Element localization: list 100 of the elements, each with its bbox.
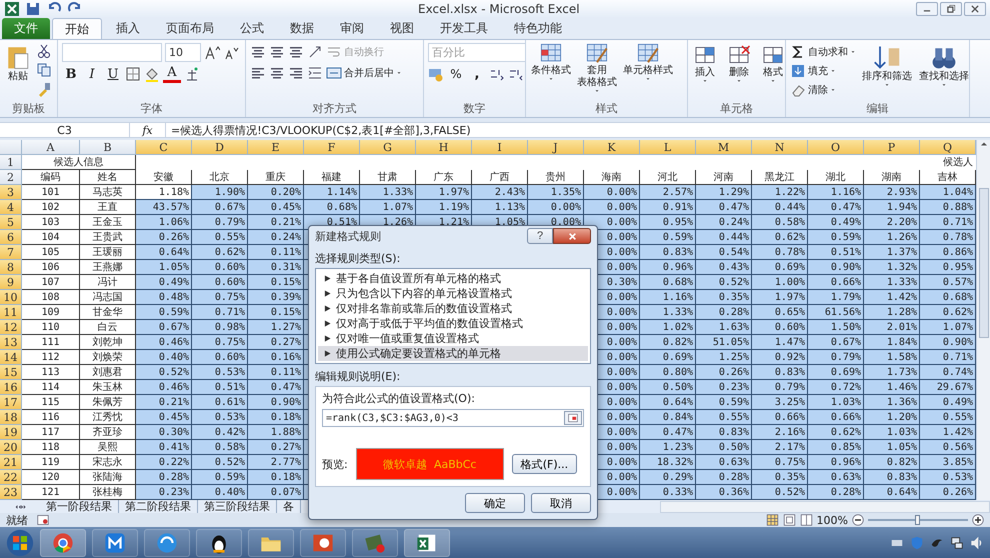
italic-button[interactable]: I <box>83 65 101 83</box>
row-header[interactable]: 6 <box>0 230 22 245</box>
row-header[interactable]: 11 <box>0 305 22 320</box>
edit-button[interactable]: 自动求和 <box>790 43 856 61</box>
ribbon-tab[interactable]: 公式 <box>228 18 276 39</box>
row-header[interactable]: 1 <box>0 155 22 170</box>
bold-button[interactable]: B <box>62 65 80 83</box>
cells-button[interactable]: 删除 <box>726 43 752 101</box>
column-header[interactable]: H <box>416 140 472 155</box>
merge-center-button[interactable]: 合并后居中 <box>326 64 402 82</box>
table-cell: 0.45% <box>248 200 304 215</box>
row-header[interactable]: 19 <box>0 425 22 440</box>
column-header[interactable]: Q <box>920 140 976 155</box>
table-cell: 0.21% <box>136 395 192 410</box>
paste-button[interactable]: 粘贴 <box>4 43 32 101</box>
row-header[interactable]: 8 <box>0 260 22 275</box>
column-header[interactable]: J <box>528 140 584 155</box>
cancel-button[interactable]: 取消 <box>531 493 591 513</box>
font-size-field[interactable]: 10 <box>165 43 201 62</box>
row-header[interactable]: 4 <box>0 200 22 215</box>
row-header[interactable]: 5 <box>0 215 22 230</box>
table-cell: 0.59% <box>696 395 752 410</box>
edit-button[interactable]: 排序和筛选 <box>861 43 913 101</box>
ribbon-tab[interactable]: 开发工具 <box>428 18 500 39</box>
table-cell: 1.84% <box>864 335 920 350</box>
column-header[interactable]: E <box>248 140 304 155</box>
row-header[interactable]: 2 <box>0 170 22 185</box>
column-header[interactable]: K <box>584 140 640 155</box>
cells-button[interactable]: 格式 <box>760 43 785 101</box>
column-header[interactable]: L <box>640 140 696 155</box>
table-cell: 1.47% <box>752 335 808 350</box>
style-button[interactable]: 套用 表格格式 <box>576 43 618 101</box>
table-cell: 0.40% <box>136 350 192 365</box>
ribbon-tab[interactable]: 数据 <box>278 18 326 39</box>
table-cell: 吴熙 <box>80 440 136 455</box>
column-header[interactable]: D <box>192 140 248 155</box>
column-heading: 北京 <box>192 170 248 185</box>
rule-type-item[interactable]: 使用公式确定要设置格式的单元格 <box>318 346 588 361</box>
column-header[interactable]: N <box>752 140 808 155</box>
row-header[interactable]: 18 <box>0 410 22 425</box>
row-header[interactable]: 23 <box>0 485 22 500</box>
column-header[interactable]: B <box>80 140 136 155</box>
table-cell: 刘焕荣 <box>80 350 136 365</box>
column-header[interactable]: F <box>304 140 360 155</box>
row-header[interactable]: 9 <box>0 275 22 290</box>
table-cell: 0.69% <box>808 365 864 380</box>
percent-button[interactable]: % <box>447 65 465 83</box>
row-header[interactable]: 20 <box>0 440 22 455</box>
ribbon-tab[interactable]: 插入 <box>104 18 152 39</box>
ribbon-tab[interactable]: 页面布局 <box>154 18 226 39</box>
underline-button[interactable]: U <box>104 65 122 83</box>
column-header[interactable]: I <box>472 140 528 155</box>
cells-button[interactable]: 插入 <box>692 43 718 101</box>
formula-input[interactable]: =rank(C3,$C3:$AG3,0)<3 <box>322 409 584 427</box>
row-header[interactable]: 15 <box>0 365 22 380</box>
ribbon-tab[interactable]: 开始 <box>52 18 102 39</box>
column-heading: 重庆 <box>248 170 304 185</box>
help-button[interactable]: ? <box>527 228 553 244</box>
style-button[interactable]: 单元格样式 <box>622 43 674 101</box>
column-header[interactable]: O <box>808 140 864 155</box>
status-text: 就绪 <box>6 512 28 528</box>
table-cell: 102 <box>22 200 80 215</box>
font-color-button[interactable]: A <box>163 65 181 83</box>
row-header[interactable]: 3 <box>0 185 22 200</box>
row-header[interactable]: 17 <box>0 395 22 410</box>
edit-button[interactable]: 填充 <box>790 62 856 80</box>
style-button[interactable]: 条件格式 <box>530 43 572 101</box>
format-button[interactable]: 格式(F)... <box>512 454 578 474</box>
comma-button[interactable]: , <box>468 65 486 83</box>
table-cell: 0.68% <box>304 200 360 215</box>
rule-type-list[interactable]: 基于各自值设置所有单元格的格式 只为包含以下内容的单元格设置格式 仅对排名靠前或靠后的数值设置格式 仅对高于或低于平均值的数值设置格式 仅对唯一值或重复值设置格式 使用公式确定要设置格式的单元格 <box>315 268 591 364</box>
column-header[interactable]: C <box>136 140 192 155</box>
table-cell: 0.60% <box>192 275 248 290</box>
name-box[interactable]: C3 <box>0 123 130 137</box>
table-cell: 2.20% <box>864 215 920 230</box>
ribbon-tab[interactable]: 审阅 <box>328 18 376 39</box>
column-header[interactable]: M <box>696 140 752 155</box>
table-cell: 1.33% <box>640 305 696 320</box>
ribbon-tab[interactable]: 特色功能 <box>502 18 574 39</box>
field-label: 为符合此公式的值设置格式(O): <box>322 391 476 406</box>
table-cell: 0.61% <box>192 395 248 410</box>
ribbon-tab[interactable]: 视图 <box>378 18 426 39</box>
row-header[interactable]: 10 <box>0 290 22 305</box>
table-cell: 0.86% <box>920 245 976 260</box>
formula-field[interactable]: =候选人得票情况!C3/VLOOKUP(C$2,表1[#全部],3,FALSE) <box>166 123 471 137</box>
row-header[interactable]: 22 <box>0 470 22 485</box>
ok-button[interactable]: 确定 <box>465 493 525 513</box>
row-header[interactable]: 7 <box>0 245 22 260</box>
edit-button[interactable]: 查找和选择 <box>918 43 969 101</box>
row-header[interactable]: 12 <box>0 320 22 335</box>
column-header[interactable]: A <box>22 140 80 155</box>
row-header[interactable]: 13 <box>0 335 22 350</box>
file-menu-tab[interactable]: 文件 <box>2 18 50 39</box>
row-header[interactable]: 16 <box>0 380 22 395</box>
row-header[interactable]: 14 <box>0 350 22 365</box>
row-header[interactable]: 21 <box>0 455 22 470</box>
table-cell: 1.22% <box>752 185 808 200</box>
column-header[interactable]: P <box>864 140 920 155</box>
edit-button[interactable]: 清除 <box>790 81 856 99</box>
column-header[interactable]: G <box>360 140 416 155</box>
